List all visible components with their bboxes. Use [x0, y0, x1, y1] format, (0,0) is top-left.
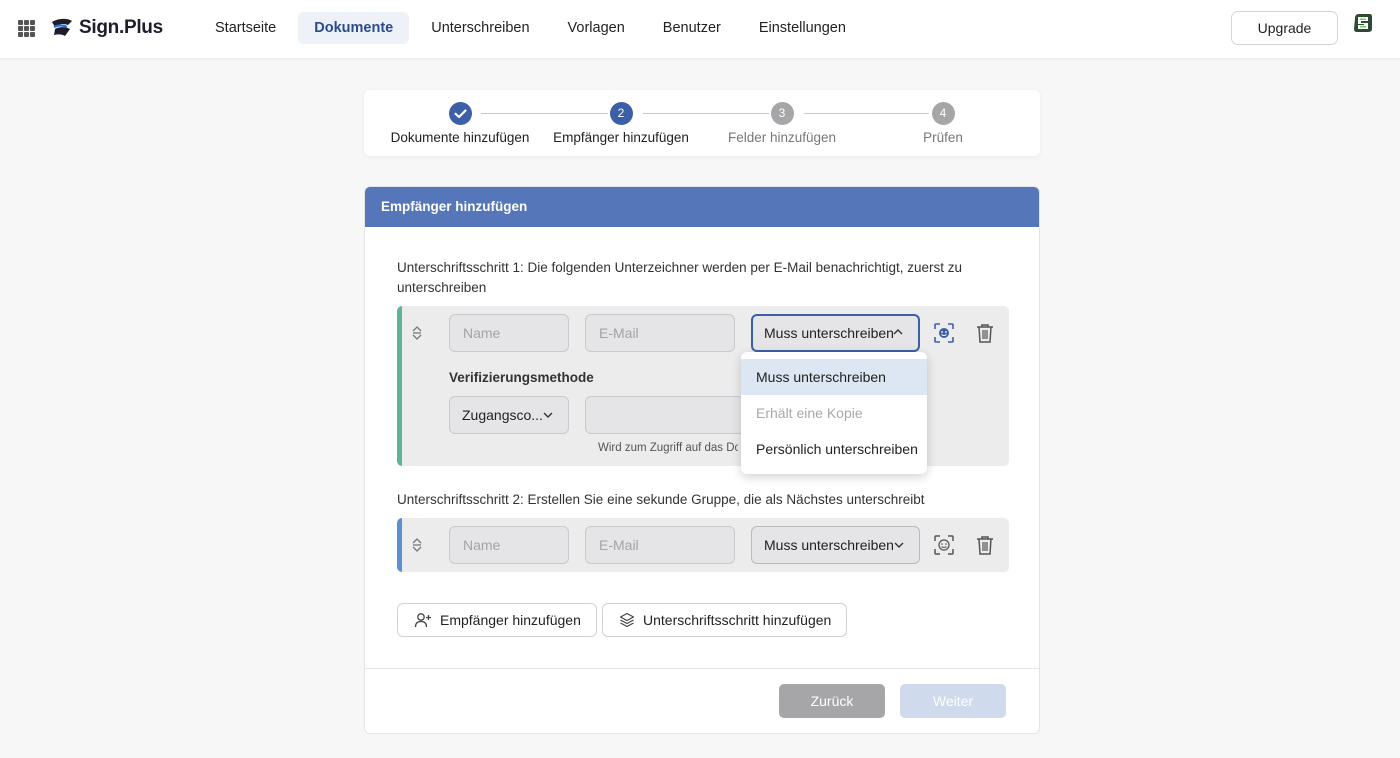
back-button[interactable]: Zurück — [779, 684, 885, 718]
drag-handle-icon[interactable] — [411, 325, 423, 341]
access-code-field[interactable] — [585, 396, 745, 434]
signing-step-2-description: Unterschriftsschritt 2: Erstellen Sie ei… — [397, 492, 925, 507]
chevron-down-icon — [894, 542, 904, 548]
access-code-hint: Wird zum Zugriff auf das Dokument — [598, 442, 738, 454]
brand-name: Sign.Plus — [79, 17, 163, 38]
step-dokumente[interactable]: Dokumente hinzufügen — [385, 102, 535, 145]
verification-method-label: Verifizierungsmethode — [449, 370, 594, 385]
top-navigation-bar: Sign.Plus Startseite Dokumente Unterschr… — [0, 0, 1400, 58]
role-select[interactable]: Muss unterschreiben — [751, 314, 920, 352]
add-recipient-button[interactable]: Empfänger hinzufügen — [397, 603, 597, 637]
layers-icon — [619, 612, 635, 628]
main-nav: Startseite Dokumente Unterschreiben Vorl… — [199, 12, 868, 44]
face-id-icon[interactable] — [933, 322, 955, 344]
trash-icon[interactable] — [974, 534, 996, 556]
name-field[interactable]: Name — [449, 526, 569, 564]
chevron-up-icon — [893, 329, 903, 335]
check-icon — [448, 102, 472, 125]
step-number: 4 — [931, 102, 955, 125]
nav-item-benutzer[interactable]: Benutzer — [647, 12, 737, 44]
email-field[interactable]: E-Mail — [585, 526, 735, 564]
role-option-receives-copy[interactable]: Erhält eine Kopie — [741, 395, 927, 431]
recipients-card: Empfänger hinzufügen Unterschriftsschrit… — [364, 186, 1040, 734]
card-title: Empfänger hinzufügen — [365, 187, 1039, 227]
user-avatar-icon[interactable] — [1352, 12, 1374, 34]
signing-step-1-description: Unterschriftsschritt 1: Die folgenden Un… — [397, 260, 963, 295]
verification-method-select[interactable]: Zugangsco... — [449, 396, 569, 434]
step-number: 3 — [770, 102, 794, 125]
step-label: Prüfen — [923, 130, 963, 145]
add-signing-step-button[interactable]: Unterschriftsschritt hinzufügen — [602, 603, 848, 637]
nav-item-einstellungen[interactable]: Einstellungen — [743, 12, 862, 44]
chevron-down-icon — [543, 412, 553, 418]
footer-divider — [365, 668, 1039, 669]
email-field[interactable]: E-Mail — [585, 314, 735, 352]
step-label: Empfänger hinzufügen — [553, 130, 689, 145]
progress-stepper: Dokumente hinzufügen 2 Empfänger hinzufü… — [364, 90, 1040, 156]
role-dropdown-menu: Muss unterschreiben Erhält eine Kopie Pe… — [741, 352, 927, 474]
upgrade-button[interactable]: Upgrade — [1231, 11, 1338, 45]
add-signing-step-label: Unterschriftsschritt hinzufügen — [643, 612, 832, 628]
nav-item-startseite[interactable]: Startseite — [199, 12, 292, 44]
group-color-bar — [397, 306, 402, 466]
sign-plus-logo-icon — [52, 18, 72, 36]
step-label: Dokumente hinzufügen — [390, 130, 530, 145]
nav-item-unterschreiben[interactable]: Unterschreiben — [415, 12, 545, 44]
nav-item-dokumente[interactable]: Dokumente — [298, 12, 410, 44]
face-id-icon[interactable] — [933, 534, 955, 556]
nav-item-vorlagen[interactable]: Vorlagen — [552, 12, 641, 44]
role-select-value: Muss unterschreiben — [764, 325, 894, 341]
step-felder[interactable]: 3 Felder hinzufügen — [707, 102, 857, 145]
group-color-bar — [397, 518, 402, 572]
app-grid-icon[interactable] — [18, 20, 35, 37]
role-option-must-sign[interactable]: Muss unterschreiben — [741, 359, 927, 395]
step-empfaenger[interactable]: 2 Empfänger hinzufügen — [546, 102, 696, 145]
step-label: Felder hinzufügen — [727, 130, 837, 145]
next-button[interactable]: Weiter — [900, 684, 1006, 718]
role-option-sign-in-person[interactable]: Persönlich unterschreiben — [741, 431, 927, 467]
brand-logo[interactable]: Sign.Plus — [50, 16, 163, 40]
signing-group-2: Name E-Mail Muss unterschreiben — [397, 518, 1009, 572]
trash-icon[interactable] — [974, 322, 996, 344]
name-field[interactable]: Name — [449, 314, 569, 352]
add-user-icon — [414, 613, 431, 628]
role-select-value: Muss unterschreiben — [764, 537, 894, 553]
role-select[interactable]: Muss unterschreiben — [751, 526, 920, 564]
add-recipient-label: Empfänger hinzufügen — [440, 612, 581, 628]
step-number: 2 — [609, 102, 633, 125]
step-pruefen[interactable]: 4 Prüfen — [868, 102, 1018, 145]
drag-handle-icon[interactable] — [411, 537, 423, 553]
verification-select-value: Zugangsco... — [462, 407, 543, 423]
